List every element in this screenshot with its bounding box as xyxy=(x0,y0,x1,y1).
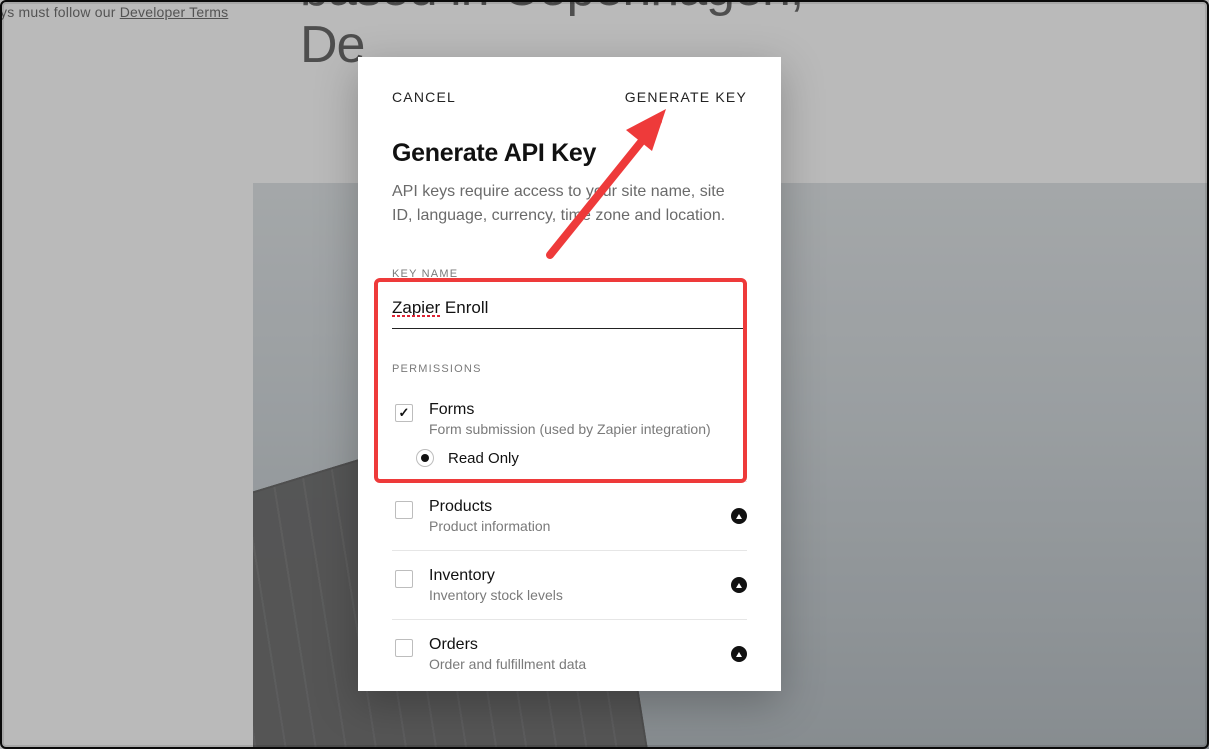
modal-title: Generate API Key xyxy=(392,139,747,168)
permission-row-products[interactable]: Products Product information xyxy=(392,481,747,550)
inventory-info-icon xyxy=(731,577,747,593)
orders-info-icon xyxy=(731,646,747,662)
key-name-input[interactable] xyxy=(392,294,747,329)
permissions-list: Forms Form submission (used by Zapier in… xyxy=(392,389,747,688)
forms-desc: Form submission (used by Zapier integrat… xyxy=(429,421,747,437)
generate-key-button[interactable]: GENERATE KEY xyxy=(625,89,747,105)
products-info-icon xyxy=(731,508,747,524)
generate-api-key-modal: CANCEL GENERATE KEY Generate API Key API… xyxy=(358,57,781,691)
forms-checkbox[interactable] xyxy=(395,404,413,422)
key-name-section: KEY NAME xyxy=(358,228,781,329)
key-name-label: KEY NAME xyxy=(392,268,747,280)
products-checkbox[interactable] xyxy=(395,501,413,519)
products-text: Products Product information xyxy=(429,498,731,534)
forms-read-only-row[interactable]: Read Only xyxy=(392,449,747,481)
permission-row-orders[interactable]: Orders Order and fulfillment data xyxy=(392,619,747,688)
forms-title: Forms xyxy=(429,401,747,419)
inventory-checkbox[interactable] xyxy=(395,570,413,588)
orders-checkbox[interactable] xyxy=(395,639,413,657)
inventory-title: Inventory xyxy=(429,567,731,585)
forms-text: Forms Form submission (used by Zapier in… xyxy=(429,401,747,437)
modal-title-block: Generate API Key API keys require access… xyxy=(358,105,781,228)
products-title: Products xyxy=(429,498,731,516)
orders-desc: Order and fulfillment data xyxy=(429,656,731,672)
products-desc: Product information xyxy=(429,518,731,534)
permission-row-inventory[interactable]: Inventory Inventory stock levels xyxy=(392,550,747,619)
inventory-desc: Inventory stock levels xyxy=(429,587,731,603)
orders-title: Orders xyxy=(429,636,731,654)
inventory-text: Inventory Inventory stock levels xyxy=(429,567,731,603)
permission-row-forms[interactable]: Forms Form submission (used by Zapier in… xyxy=(392,389,747,453)
permissions-section: PERMISSIONS Forms Form submission (used … xyxy=(358,329,781,688)
cancel-button[interactable]: CANCEL xyxy=(392,89,456,105)
key-name-field-wrap xyxy=(392,294,747,329)
orders-text: Orders Order and fulfillment data xyxy=(429,636,731,672)
modal-subtitle: API keys require access to your site nam… xyxy=(392,180,747,228)
permissions-label: PERMISSIONS xyxy=(392,363,747,375)
modal-header: CANCEL GENERATE KEY xyxy=(358,57,781,105)
